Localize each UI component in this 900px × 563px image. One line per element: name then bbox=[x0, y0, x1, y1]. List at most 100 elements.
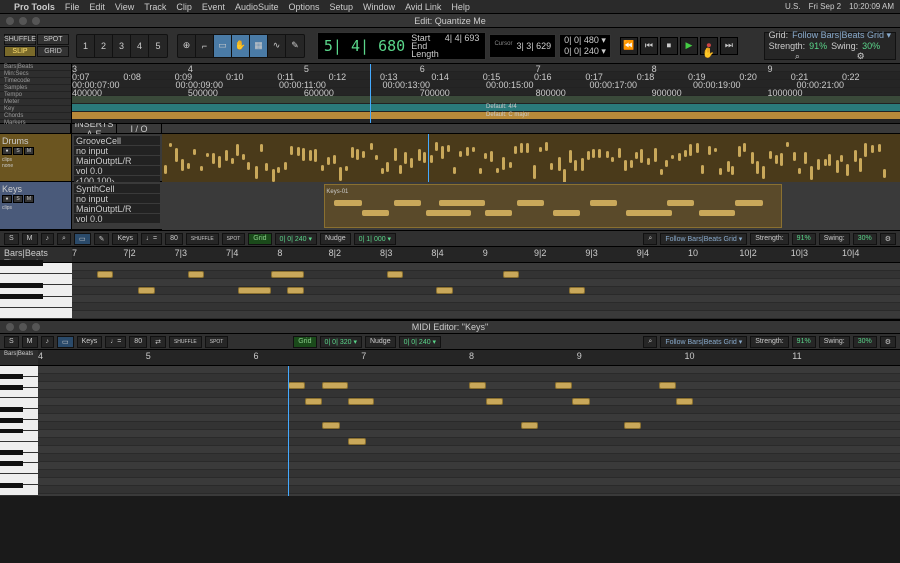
track-solo-button[interactable]: S bbox=[13, 195, 23, 203]
ruler-label-chords[interactable]: Chords bbox=[0, 113, 71, 120]
mode-grid[interactable]: GRID bbox=[37, 46, 69, 57]
mute-button[interactable]: M bbox=[22, 336, 38, 348]
ruler-label-bars[interactable]: Bars|Beats bbox=[0, 64, 71, 71]
app-menu[interactable]: Pro Tools bbox=[14, 2, 55, 12]
notes-icon[interactable]: ♪ bbox=[41, 233, 55, 245]
playhead[interactable] bbox=[370, 64, 371, 123]
minsec-ruler[interactable]: 0:070:080:090:100:110:120:130:140:150:16… bbox=[72, 72, 900, 80]
zoom-preset-3[interactable]: 3 bbox=[113, 35, 131, 57]
me-grid-value[interactable]: 0| 0| 240 ▾ bbox=[275, 233, 317, 245]
mute-button[interactable]: M bbox=[22, 233, 38, 245]
menu-help[interactable]: Help bbox=[451, 2, 470, 12]
tool-icon[interactable]: ▭ bbox=[74, 233, 91, 245]
volume-readout[interactable]: vol 0.0 bbox=[74, 166, 160, 175]
menu-edit[interactable]: Edit bbox=[89, 2, 105, 12]
ruler-label-meter[interactable]: Meter bbox=[0, 99, 71, 106]
track-name-keys[interactable]: Keys ●SM clips bbox=[0, 182, 71, 229]
tempo-ruler[interactable] bbox=[72, 96, 900, 104]
menu-clip[interactable]: Clip bbox=[176, 2, 192, 12]
keys-clip-lane[interactable]: Keys-01 bbox=[162, 182, 900, 230]
me2-ruler-content[interactable]: 4567891011 bbox=[38, 350, 900, 365]
track-name-drums[interactable]: Drums ●SM clips none bbox=[0, 134, 71, 181]
search-icon[interactable]: ⌕ bbox=[57, 233, 71, 245]
stop-button[interactable]: ⏹ bbox=[660, 37, 678, 55]
me-follow-dropdown[interactable]: Follow Bars|Beats Grid ▾ bbox=[660, 233, 747, 245]
ruler-label-samples[interactable]: Samples bbox=[0, 85, 71, 92]
zoom-preset-1[interactable]: 1 bbox=[77, 35, 95, 57]
mode-slip[interactable]: SLIP bbox=[4, 46, 36, 57]
samples-ruler[interactable]: 4000005000006000007000008000009000001000… bbox=[72, 88, 900, 96]
ff-button[interactable]: ⏭ bbox=[720, 37, 738, 55]
play-button[interactable]: ▶ bbox=[680, 37, 698, 55]
mode-shuffle[interactable]: SHUFFLE bbox=[4, 34, 36, 45]
grid-value[interactable]: 0| 0| 480 ▾ bbox=[564, 35, 606, 46]
ruler-label-timecode[interactable]: Timecode bbox=[0, 78, 71, 85]
me-shuffle[interactable]: SHUFFLE bbox=[186, 233, 219, 245]
drums-clip-lane[interactable] bbox=[162, 134, 900, 182]
pencil-tool-icon[interactable]: ✎ bbox=[286, 35, 304, 57]
selection-end[interactable] bbox=[445, 42, 480, 50]
track-selector[interactable]: Keys bbox=[77, 336, 103, 348]
bars-ruler[interactable]: 3456789 bbox=[72, 64, 900, 72]
me-spot[interactable]: SPOT bbox=[222, 233, 246, 245]
zoom-preset-2[interactable]: 2 bbox=[95, 35, 113, 57]
insert-slot[interactable]: GrooveCell bbox=[74, 136, 160, 145]
link-icon[interactable]: ⇄ bbox=[150, 336, 166, 348]
tool-icon[interactable]: ▭ bbox=[57, 336, 74, 348]
track-solo-button[interactable]: S bbox=[13, 147, 23, 155]
track-mute-button[interactable]: M bbox=[24, 195, 34, 203]
gear-icon[interactable]: ⚙ bbox=[880, 233, 896, 245]
me2-shuffle[interactable]: SHUFFLE bbox=[169, 336, 202, 348]
menu-event[interactable]: Event bbox=[202, 2, 225, 12]
tc-ruler[interactable]: 00:00:07:0000:00:09:0000:00:11:0000:00:1… bbox=[72, 80, 900, 88]
swing-value[interactable]: 30% bbox=[862, 41, 880, 51]
track-rec-button[interactable]: ● bbox=[2, 195, 12, 203]
menu-options[interactable]: Options bbox=[288, 2, 319, 12]
insert-slot[interactable]: SynthCell bbox=[74, 184, 160, 193]
solo-button[interactable]: S bbox=[4, 233, 19, 245]
zoomer-tool-icon[interactable]: ⊕ bbox=[178, 35, 196, 57]
menu-file[interactable]: File bbox=[65, 2, 80, 12]
me2-follow-dropdown[interactable]: Follow Bars|Beats Grid ▾ bbox=[660, 336, 747, 348]
notes-icon[interactable]: ♪ bbox=[41, 336, 55, 348]
gear-icon[interactable]: ⚙ bbox=[857, 51, 865, 62]
tempo-value[interactable]: 80 bbox=[129, 336, 147, 348]
me2-nudge-value[interactable]: 0| 0| 240 ▾ bbox=[399, 336, 441, 348]
selection-start[interactable]: 4| 4| 693 bbox=[445, 34, 480, 42]
keys-clip[interactable]: Keys-01 bbox=[324, 184, 782, 228]
track-mute-button[interactable]: M bbox=[24, 147, 34, 155]
ruler-label-key[interactable]: Key bbox=[0, 106, 71, 113]
scrubber-tool-icon[interactable]: ∿ bbox=[268, 35, 286, 57]
volume-readout[interactable]: vol 0.0 bbox=[74, 214, 160, 223]
search-icon[interactable]: ⌕ bbox=[795, 51, 800, 62]
tempo-value[interactable]: 80 bbox=[165, 233, 183, 245]
track-rec-button[interactable]: ● bbox=[2, 147, 12, 155]
me2-ruler-label[interactable]: Bars|Beats bbox=[0, 350, 38, 365]
mode-spot[interactable]: SPOT bbox=[37, 34, 69, 45]
main-counter[interactable]: 5| 4| 680 StartEndLength 4| 4| 693 bbox=[317, 32, 487, 60]
strength-value[interactable]: 91% bbox=[809, 41, 827, 51]
nudge-value[interactable]: 0| 0| 240 ▾ bbox=[564, 46, 606, 57]
record-button[interactable]: ⏺ bbox=[700, 37, 718, 55]
grabber-tool-icon[interactable]: ✋ bbox=[232, 35, 250, 57]
piano-keys-1[interactable] bbox=[0, 263, 72, 319]
menu-window[interactable]: Window bbox=[363, 2, 395, 12]
key-ruler[interactable]: Default: C major bbox=[72, 112, 900, 120]
me-ruler-content[interactable]: 77|27|37|488|28|38|499|29|39|41010|210|3… bbox=[72, 247, 900, 262]
me2-swing-value[interactable]: 30% bbox=[853, 336, 877, 348]
selector-tool-icon[interactable]: ▭ bbox=[214, 35, 232, 57]
menu-setup[interactable]: Setup bbox=[330, 2, 354, 12]
search-icon[interactable]: ⌕ bbox=[643, 336, 657, 348]
menu-audiosuite[interactable]: AudioSuite bbox=[235, 2, 279, 12]
note-grid-2[interactable] bbox=[38, 366, 900, 496]
me-swing-value[interactable]: 30% bbox=[853, 233, 877, 245]
auto-label[interactable]: none bbox=[2, 163, 69, 169]
trim-tool-icon[interactable]: ⌐ bbox=[196, 35, 214, 57]
traffic-lights[interactable] bbox=[6, 17, 40, 25]
zoom-preset-5[interactable]: 5 bbox=[149, 35, 167, 57]
rewind-button[interactable]: ⏮ bbox=[640, 37, 658, 55]
menu-view[interactable]: View bbox=[115, 2, 134, 12]
chords-ruler[interactable] bbox=[72, 120, 900, 123]
me-ruler-bars-label[interactable]: Bars|Beats bbox=[4, 248, 68, 258]
piano-keys-2[interactable] bbox=[0, 366, 38, 496]
